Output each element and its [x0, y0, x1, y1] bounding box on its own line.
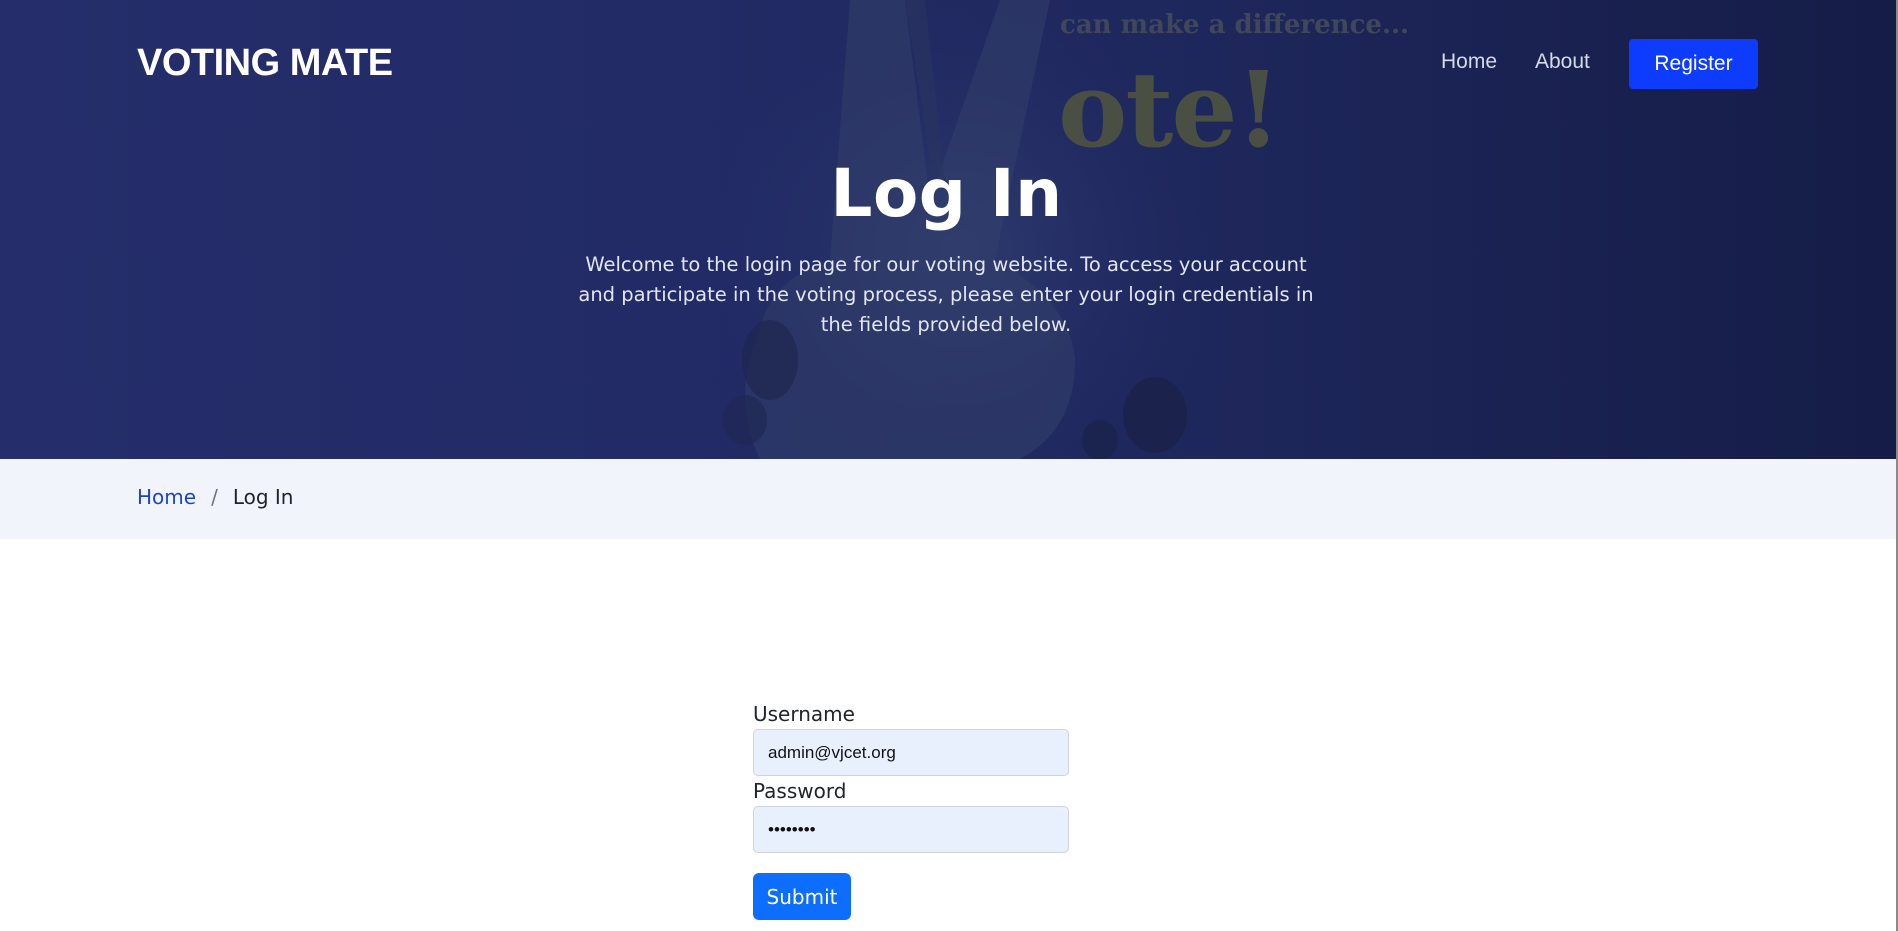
username-label: Username — [753, 702, 855, 726]
breadcrumb-bar: Home / Log In — [0, 459, 1898, 539]
register-button[interactable]: Register — [1629, 39, 1758, 89]
background-vote-text: ote! — [1058, 48, 1281, 171]
breadcrumb-home-link[interactable]: Home — [137, 485, 196, 509]
nav-home-link[interactable]: Home — [1441, 50, 1497, 74]
password-label: Password — [753, 779, 847, 803]
page-title: Log In — [830, 155, 1063, 232]
submit-button[interactable]: Submit — [753, 873, 851, 920]
hero-header: can make a difference... ote! VOTING MAT… — [0, 0, 1898, 459]
password-input[interactable] — [753, 806, 1069, 853]
page-description: Welcome to the login page for our voting… — [578, 253, 1314, 336]
breadcrumb-separator: / — [211, 485, 218, 509]
breadcrumb: Home / Log In — [137, 485, 293, 509]
username-input[interactable] — [753, 729, 1069, 776]
site-logo[interactable]: VOTING MATE — [137, 42, 393, 85]
background-tagline-text: can make a difference... — [1060, 10, 1410, 40]
breadcrumb-current: Log In — [232, 485, 294, 509]
nav-about-link[interactable]: About — [1535, 50, 1590, 74]
login-form: Username Password Submit — [753, 700, 1069, 920]
